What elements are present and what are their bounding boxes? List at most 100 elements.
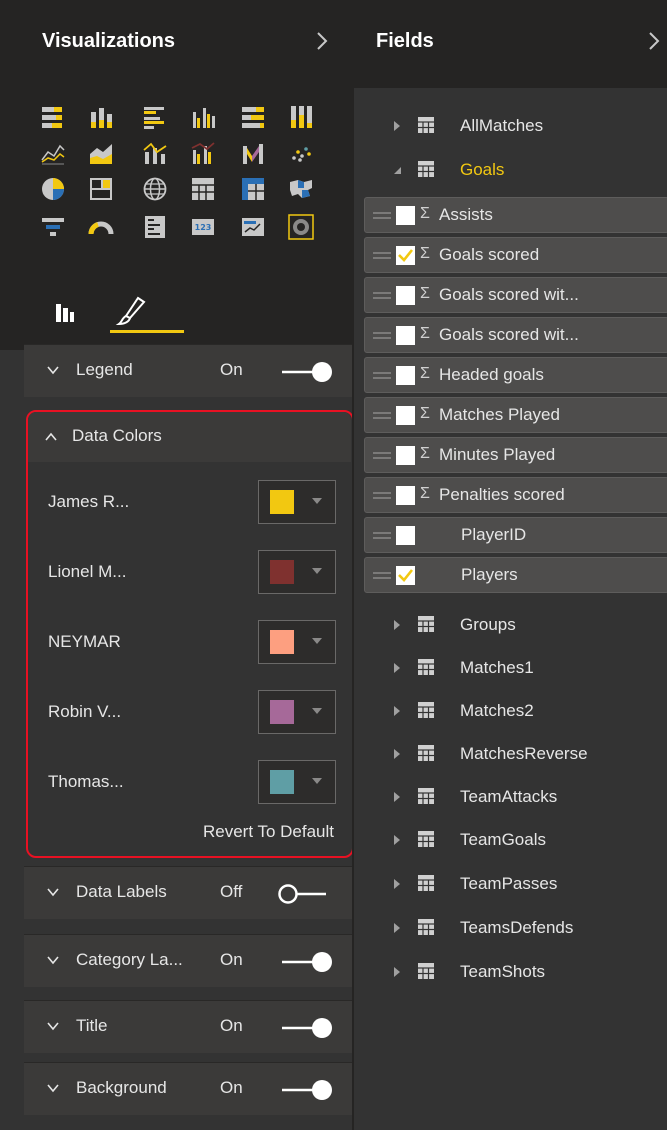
field-checkbox[interactable] bbox=[396, 526, 415, 545]
data-color-row: Lionel M... bbox=[28, 538, 351, 608]
stacked-bar-chart-icon[interactable] bbox=[40, 104, 66, 130]
data-labels-toggle[interactable] bbox=[276, 882, 332, 906]
matrix-icon[interactable] bbox=[240, 176, 266, 202]
field-checkbox[interactable] bbox=[396, 366, 415, 385]
collapse-visualizations-chevron-icon[interactable] bbox=[312, 28, 332, 54]
sigma-icon: Σ bbox=[420, 445, 430, 462]
table-name: Matches2 bbox=[460, 701, 534, 720]
field-item[interactable]: Σ Minutes Played bbox=[364, 437, 667, 473]
slicer-icon[interactable] bbox=[288, 214, 314, 240]
field-name: Headed goals bbox=[439, 365, 544, 384]
field-item[interactable]: Σ Headed goals bbox=[364, 357, 667, 393]
drag-handle-icon[interactable] bbox=[373, 451, 391, 460]
line-chart-icon[interactable] bbox=[40, 140, 66, 166]
background-section[interactable]: Background On bbox=[24, 1062, 352, 1115]
legend-toggle[interactable] bbox=[280, 360, 336, 384]
drag-handle-icon[interactable] bbox=[373, 251, 391, 260]
table-item-allmatches[interactable]: AllMatches bbox=[354, 106, 667, 146]
expand-triangle-icon bbox=[394, 663, 400, 673]
drag-handle-icon[interactable] bbox=[373, 411, 391, 420]
table-item[interactable]: TeamsDefends bbox=[354, 908, 667, 948]
ribbon-chart-icon[interactable] bbox=[240, 140, 266, 166]
data-colors-header[interactable]: Data Colors bbox=[28, 412, 351, 462]
field-checkbox[interactable] bbox=[396, 406, 415, 425]
scatter-chart-icon[interactable] bbox=[288, 140, 314, 166]
color-picker-button[interactable] bbox=[258, 620, 336, 664]
area-chart-icon[interactable] bbox=[88, 140, 114, 166]
legend-section[interactable]: Legend On bbox=[24, 344, 352, 397]
color-picker-button[interactable] bbox=[258, 550, 336, 594]
title-toggle[interactable] bbox=[280, 1016, 336, 1040]
100-percent-column-chart-icon[interactable] bbox=[288, 104, 314, 130]
category-labels-toggle[interactable] bbox=[280, 950, 336, 974]
table-item[interactable]: TeamPasses bbox=[354, 864, 667, 904]
field-checkbox-checked[interactable] bbox=[396, 566, 415, 585]
field-item[interactable]: Σ Assists bbox=[364, 197, 667, 233]
field-name: Players bbox=[461, 565, 518, 584]
table-item-goals[interactable]: Goals bbox=[354, 150, 667, 190]
data-color-row: Robin V... bbox=[28, 678, 351, 748]
category-labels-section[interactable]: Category La... On bbox=[24, 934, 352, 987]
kpi-icon[interactable] bbox=[240, 214, 266, 240]
multi-row-card-icon[interactable] bbox=[142, 214, 168, 240]
collapse-fields-chevron-icon[interactable] bbox=[644, 28, 664, 54]
line-clustered-column-chart-icon[interactable] bbox=[190, 140, 216, 166]
drag-handle-icon[interactable] bbox=[373, 571, 391, 580]
expand-triangle-icon bbox=[394, 121, 400, 131]
data-labels-section[interactable]: Data Labels Off bbox=[24, 866, 352, 919]
stacked-column-chart-icon[interactable] bbox=[88, 104, 114, 130]
color-picker-button[interactable] bbox=[258, 480, 336, 524]
table-icon bbox=[418, 745, 434, 761]
field-checkbox[interactable] bbox=[396, 286, 415, 305]
field-item[interactable]: PlayerID bbox=[364, 517, 667, 553]
table-icon bbox=[418, 161, 434, 177]
table-item[interactable]: Matches2 bbox=[354, 691, 667, 731]
field-checkbox-checked[interactable] bbox=[396, 246, 415, 265]
pie-chart-icon[interactable] bbox=[40, 176, 66, 202]
drag-handle-icon[interactable] bbox=[373, 371, 391, 380]
table-item[interactable]: MatchesReverse bbox=[354, 734, 667, 774]
table-item[interactable]: TeamGoals bbox=[354, 820, 667, 860]
field-item[interactable]: Σ Penalties scored bbox=[364, 477, 667, 513]
100-percent-bar-chart-icon[interactable] bbox=[240, 104, 266, 130]
field-item[interactable]: Σ Goals scored wit... bbox=[364, 317, 667, 353]
filled-map-icon[interactable] bbox=[288, 176, 314, 202]
table-icon[interactable] bbox=[190, 176, 216, 202]
field-checkbox[interactable] bbox=[396, 206, 415, 225]
drag-handle-icon[interactable] bbox=[373, 331, 391, 340]
field-item[interactable]: Σ Goals scored wit... bbox=[364, 277, 667, 313]
field-item[interactable]: Players bbox=[364, 557, 667, 593]
revert-to-default-link[interactable]: Revert To Default bbox=[203, 822, 334, 842]
gauge-icon[interactable] bbox=[88, 214, 114, 240]
background-toggle[interactable] bbox=[280, 1078, 336, 1102]
chevron-down-icon bbox=[47, 1084, 59, 1093]
funnel-icon[interactable] bbox=[40, 214, 66, 240]
field-checkbox[interactable] bbox=[396, 446, 415, 465]
title-section[interactable]: Title On bbox=[24, 1000, 352, 1053]
table-item[interactable]: Matches1 bbox=[354, 648, 667, 688]
field-item[interactable]: Σ Goals scored bbox=[364, 237, 667, 273]
paintbrush-icon[interactable] bbox=[104, 282, 160, 336]
fields-tab-icon[interactable] bbox=[36, 282, 92, 336]
field-item[interactable]: Σ Matches Played bbox=[364, 397, 667, 433]
card-icon[interactable]: 123 bbox=[190, 214, 216, 240]
clustered-bar-chart-icon[interactable] bbox=[142, 104, 168, 130]
line-column-chart-icon[interactable] bbox=[142, 140, 168, 166]
color-picker-button[interactable] bbox=[258, 760, 336, 804]
checkmark-icon bbox=[398, 569, 414, 582]
table-item[interactable]: TeamShots bbox=[354, 952, 667, 992]
title-label: Title bbox=[76, 1016, 108, 1035]
field-checkbox[interactable] bbox=[396, 486, 415, 505]
drag-handle-icon[interactable] bbox=[373, 531, 391, 540]
drag-handle-icon[interactable] bbox=[373, 291, 391, 300]
table-item[interactable]: TeamAttacks bbox=[354, 777, 667, 817]
table-name: MatchesReverse bbox=[460, 744, 588, 763]
field-checkbox[interactable] bbox=[396, 326, 415, 345]
clustered-column-chart-icon[interactable] bbox=[190, 104, 216, 130]
drag-handle-icon[interactable] bbox=[373, 211, 391, 220]
drag-handle-icon[interactable] bbox=[373, 491, 391, 500]
table-item[interactable]: Groups bbox=[354, 605, 667, 645]
color-picker-button[interactable] bbox=[258, 690, 336, 734]
treemap-icon[interactable] bbox=[88, 176, 114, 202]
map-globe-icon[interactable] bbox=[142, 176, 168, 202]
